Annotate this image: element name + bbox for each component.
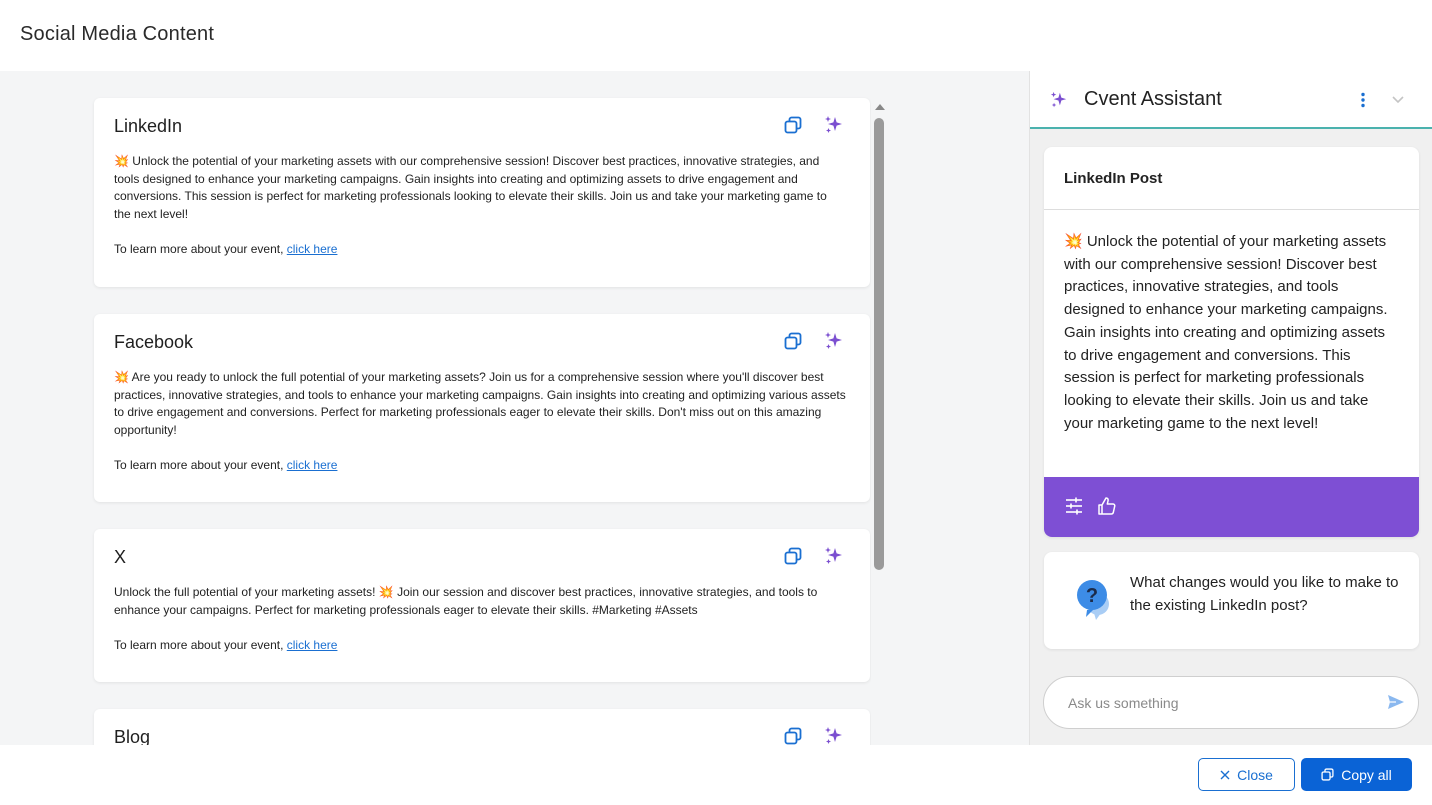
content-card-facebook: Facebook 💥 Are you ready to unlock the f… bbox=[94, 314, 870, 502]
click-here-link[interactable]: click here bbox=[287, 242, 338, 256]
top-bar: Social Media Content bbox=[0, 0, 1432, 71]
question-bubble-icon: ? bbox=[1077, 580, 1109, 620]
card-title: Blog bbox=[114, 727, 151, 745]
card-footer-text: To learn more about your event, bbox=[114, 638, 287, 653]
thumbs-up-icon[interactable] bbox=[1097, 496, 1117, 516]
kebab-menu-icon[interactable] bbox=[1355, 92, 1371, 108]
content-card-x: X Unlock the full potential of your mark… bbox=[94, 529, 870, 682]
message-body: 💥 Unlock the potential of your marketing… bbox=[1064, 233, 1388, 432]
card-footer: To learn more about your event, click he… bbox=[114, 638, 850, 652]
assistant-panel: Cvent Assistant LinkedIn Post 💥 Unlock t… bbox=[1029, 71, 1432, 745]
chat-input-area bbox=[1030, 661, 1432, 745]
message-action-bar bbox=[1044, 477, 1419, 537]
scroll-up-arrow-icon[interactable] bbox=[875, 104, 885, 110]
card-footer: To learn more about your event, click he… bbox=[114, 242, 850, 256]
copy-all-button[interactable]: Copy all bbox=[1301, 758, 1412, 791]
svg-text:?: ? bbox=[1086, 585, 1098, 607]
assistant-title: Cvent Assistant bbox=[1084, 88, 1222, 110]
sliders-icon[interactable] bbox=[1064, 496, 1084, 516]
sparkle-icon[interactable] bbox=[824, 331, 844, 351]
copy-icon[interactable] bbox=[784, 332, 802, 350]
close-button[interactable]: Close bbox=[1198, 758, 1295, 791]
card-title: LinkedIn bbox=[114, 116, 183, 136]
copy-icon[interactable] bbox=[784, 547, 802, 565]
card-footer: To learn more about your event, click he… bbox=[114, 458, 850, 472]
card-footer-text: To learn more about your event, bbox=[114, 458, 287, 473]
content-card-blog: Blog bbox=[94, 709, 870, 745]
copy-all-label: Copy all bbox=[1341, 766, 1392, 783]
click-here-link[interactable]: click here bbox=[287, 458, 338, 472]
click-here-link[interactable]: click here bbox=[287, 638, 338, 652]
card-body: 💥 Unlock the potential of your marketing… bbox=[114, 154, 827, 221]
question-text: What changes would you like to make to t… bbox=[1130, 574, 1399, 614]
sparkle-icon[interactable] bbox=[824, 115, 844, 135]
content-list-panel: LinkedIn 💥 Unlock the potential of your … bbox=[0, 71, 1029, 745]
card-body: 💥 Are you ready to unlock the full poten… bbox=[114, 370, 846, 437]
message-heading: LinkedIn Post bbox=[1044, 147, 1419, 210]
copy-icon[interactable] bbox=[784, 727, 802, 745]
assistant-header: Cvent Assistant bbox=[1030, 71, 1432, 129]
sparkle-icon bbox=[1050, 91, 1068, 109]
send-icon[interactable] bbox=[1387, 693, 1405, 711]
sparkle-icon[interactable] bbox=[824, 546, 844, 566]
card-body: Unlock the full potential of your market… bbox=[114, 585, 818, 617]
assistant-message-card: LinkedIn Post 💥 Unlock the potential of … bbox=[1044, 147, 1419, 537]
close-icon bbox=[1220, 770, 1230, 779]
footer-bar: Close Copy all bbox=[0, 745, 1432, 805]
close-label: Close bbox=[1237, 766, 1273, 783]
scrollbar-thumb[interactable] bbox=[874, 118, 884, 570]
chevron-down-icon[interactable] bbox=[1391, 95, 1405, 105]
sparkle-icon[interactable] bbox=[824, 726, 844, 745]
content-card-linkedin: LinkedIn 💥 Unlock the potential of your … bbox=[94, 98, 870, 287]
page-title: Social Media Content bbox=[20, 23, 215, 45]
card-footer-text: To learn more about your event, bbox=[114, 242, 287, 257]
assistant-question-card: ? What changes would you like to make to… bbox=[1044, 552, 1419, 649]
copy-icon[interactable] bbox=[784, 116, 802, 134]
ask-input[interactable] bbox=[1043, 676, 1419, 729]
copy-icon bbox=[1321, 768, 1334, 781]
card-title: X bbox=[114, 547, 127, 567]
card-title: Facebook bbox=[114, 332, 194, 352]
